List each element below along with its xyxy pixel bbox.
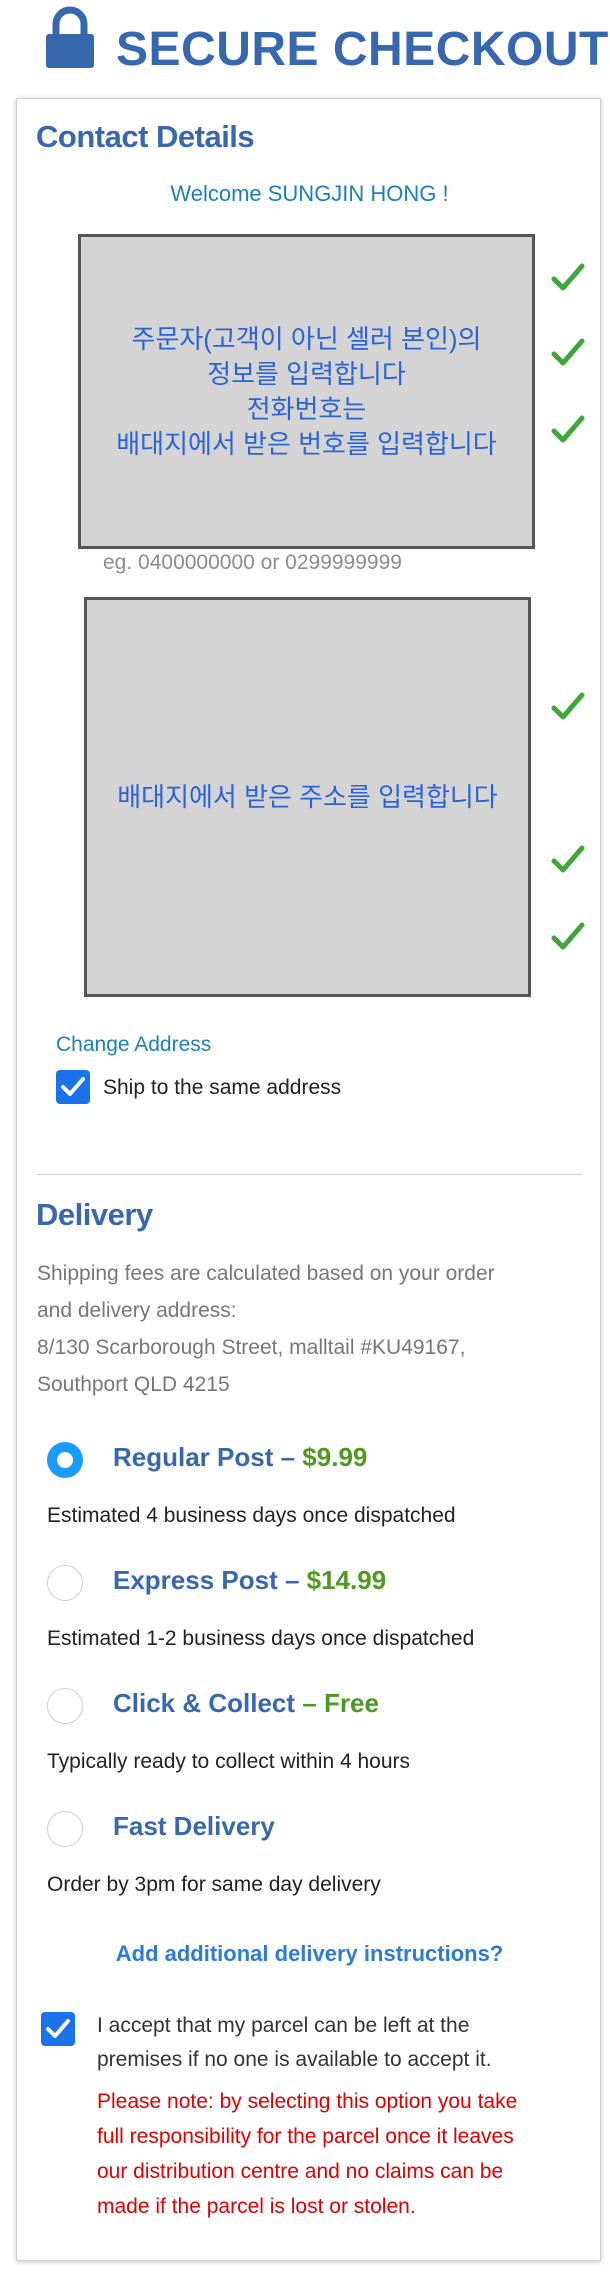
checkmark-icon [46, 2019, 70, 2038]
contact-info-line: 주문자(고객이 아닌 셀러 본인)의 [131, 323, 482, 354]
same-address-checkbox[interactable] [56, 1070, 90, 1104]
check-icon [551, 922, 585, 950]
section-divider [37, 1174, 582, 1175]
click-collect-desc: Typically ready to collect within 4 hour… [47, 1750, 410, 1773]
express-post-radio[interactable] [47, 1565, 83, 1601]
delivery-heading: Delivery [36, 1197, 153, 1232]
option-separator: – [277, 1565, 307, 1595]
accept-line: premises if no one is available to accep… [97, 2048, 492, 2071]
check-icon [551, 692, 585, 720]
accept-checkbox[interactable] [41, 2012, 75, 2046]
same-address-label: Ship to the same address [103, 1076, 342, 1099]
page-title: SECURE CHECKOUT [116, 23, 609, 76]
option-price: $14.99 [306, 1565, 387, 1595]
checkmark-icon [61, 1077, 85, 1096]
shipping-address-line: Southport QLD 4215 [37, 1373, 230, 1396]
click-collect-title[interactable]: Click & Collect – Free [113, 1688, 379, 1719]
change-address-link[interactable]: Change Address [56, 1033, 211, 1057]
shipping-info: Shipping fees are calculated based on yo… [37, 1255, 495, 1403]
checkout-card: Contact Details Welcome SUNGJIN HONG ! 주… [16, 98, 601, 2261]
shipping-info-line: and delivery address: [37, 1299, 237, 1322]
accept-line: I accept that my parcel can be left at t… [97, 2014, 470, 2037]
address-info-box: 배대지에서 받은 주소를 입력합니다 [84, 597, 531, 997]
warning-note: Please note: by selecting this option yo… [97, 2084, 517, 2224]
fast-delivery-radio[interactable] [47, 1811, 83, 1847]
warning-line: our distribution centre and no claims ca… [97, 2160, 504, 2183]
shipping-info-line: Shipping fees are calculated based on yo… [37, 1262, 495, 1285]
option-name: Regular Post [113, 1442, 274, 1472]
check-icon [551, 338, 585, 366]
warning-line: made if the parcel is lost or stolen. [97, 2195, 416, 2218]
option-name: Click & Collect [113, 1688, 296, 1718]
check-icon [551, 263, 585, 291]
fast-delivery-desc: Order by 3pm for same day delivery [47, 1873, 381, 1896]
welcome-message: Welcome SUNGJIN HONG ! [170, 181, 449, 206]
option-price: Free [323, 1688, 379, 1718]
express-post-desc: Estimated 1-2 business days once dispatc… [47, 1627, 475, 1650]
option-name: Express Post [113, 1565, 278, 1595]
checkout-header: SECURE CHECKOUT [0, 0, 610, 95]
express-post-title[interactable]: Express Post – $14.99 [113, 1565, 386, 1596]
shipping-address-line: 8/130 Scarborough Street, malltail #KU49… [37, 1336, 466, 1359]
regular-post-radio[interactable] [47, 1442, 83, 1478]
fast-delivery-title[interactable]: Fast Delivery [113, 1811, 275, 1842]
option-name: Fast Delivery [113, 1811, 275, 1841]
lock-icon [46, 6, 94, 68]
regular-post-title[interactable]: Regular Post – $9.99 [113, 1442, 367, 1473]
accept-label: I accept that my parcel can be left at t… [97, 2009, 492, 2077]
contact-info-line: 정보를 입력합니다 [207, 358, 406, 389]
contact-details-heading: Contact Details [36, 119, 255, 154]
option-separator: – [273, 1442, 303, 1472]
warning-line: Please note: by selecting this option yo… [97, 2090, 518, 2113]
check-icon [551, 845, 585, 873]
add-instructions-link[interactable]: Add additional delivery instructions? [17, 1941, 602, 1967]
option-price: $9.99 [302, 1442, 368, 1472]
check-icon [551, 415, 585, 443]
warning-line: full responsibility for the parcel once … [97, 2125, 514, 2148]
regular-post-desc: Estimated 4 business days once dispatche… [47, 1504, 456, 1527]
contact-info-box: 주문자(고객이 아닌 셀러 본인)의 정보를 입력합니다 전화번호는 배대지에서… [78, 234, 535, 549]
option-separator: – [295, 1688, 324, 1718]
address-info-text: 배대지에서 받은 주소를 입력합니다 [117, 781, 498, 812]
contact-info-line: 전화번호는 [246, 393, 367, 424]
click-collect-radio[interactable] [47, 1688, 83, 1724]
phone-hint: eg. 0400000000 or 0299999999 [103, 551, 402, 574]
contact-info-line: 배대지에서 받은 번호를 입력합니다 [116, 428, 497, 459]
